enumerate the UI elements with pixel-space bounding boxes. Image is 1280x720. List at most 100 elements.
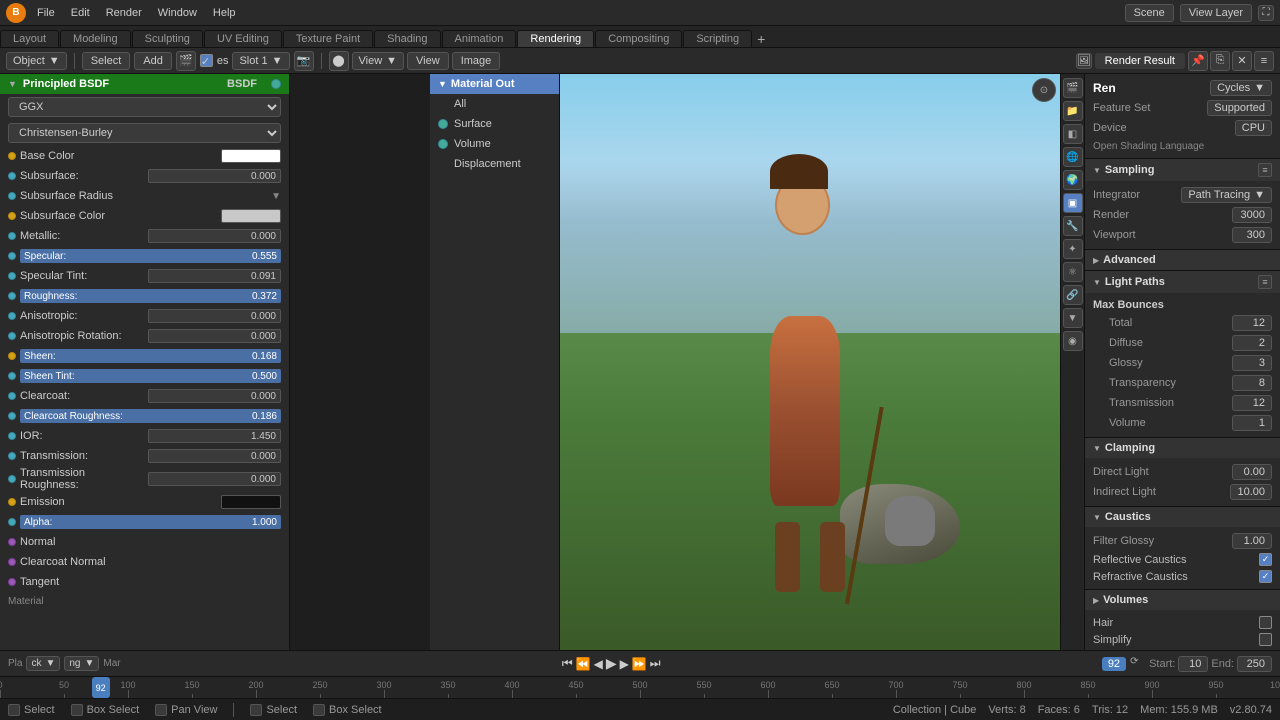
menu-file[interactable]: File [30, 5, 62, 21]
subsurface-method-dropdown[interactable]: Christensen-Burley [8, 123, 281, 143]
output-icon[interactable]: 📁 [1063, 101, 1083, 121]
tab-scripting[interactable]: Scripting [683, 30, 752, 47]
jump-end-btn[interactable]: ⏭ [650, 656, 661, 671]
light-paths-options-icon[interactable]: ≡ [1258, 275, 1272, 289]
visibility-checkbox[interactable]: ✓ [200, 54, 213, 67]
close-icon[interactable]: ✕ [1232, 51, 1252, 71]
mat-out-all[interactable]: All [430, 94, 559, 114]
simplify-checkbox[interactable] [1259, 633, 1272, 646]
physics-icon[interactable]: ⚛ [1063, 262, 1083, 282]
add-workspace-btn[interactable]: + [757, 31, 765, 47]
field-clearcoat[interactable]: 0.000 [148, 389, 282, 403]
start-frame-value[interactable]: 10 [1178, 656, 1208, 672]
jump-start-btn[interactable]: ⏮ [562, 656, 573, 671]
overflow-icon[interactable]: ≡ [1254, 51, 1274, 71]
glossy-value[interactable]: 3 [1232, 355, 1272, 371]
field-anisotropic-rotation[interactable]: 0.000 [148, 329, 282, 343]
menu-edit[interactable]: Edit [64, 5, 97, 21]
view-dropdown[interactable]: View ▼ [352, 52, 405, 70]
direct-light-value[interactable]: 0.00 [1232, 464, 1272, 480]
timeline-mode-dropdown[interactable]: ng▼ [64, 656, 99, 671]
step-forward-btn[interactable]: ▶ [620, 657, 629, 671]
object-props-icon[interactable]: ▣ [1063, 193, 1083, 213]
tab-shading[interactable]: Shading [374, 30, 440, 47]
filter-glossy-value[interactable]: 1.00 [1232, 533, 1272, 549]
data-icon[interactable]: ▼ [1063, 308, 1083, 328]
slider-sheen[interactable]: Sheen: 0.168 [20, 349, 281, 363]
engine-dropdown[interactable]: Cycles ▼ [1210, 80, 1272, 96]
field-specular-tint[interactable]: 0.091 [148, 269, 282, 283]
slider-clearcoat-roughness[interactable]: Clearcoat Roughness: 0.186 [20, 409, 281, 423]
render-result-tab[interactable]: Render Result [1095, 53, 1185, 69]
image-btn[interactable]: Image [452, 52, 501, 70]
view-layer-icon[interactable]: ◧ [1063, 124, 1083, 144]
slot-dropdown[interactable]: Slot 1 ▼ [232, 52, 289, 70]
viewport-overlay-btn[interactable]: ⊙ [1032, 78, 1056, 102]
scene-icon[interactable]: 🌐 [1063, 147, 1083, 167]
refractive-checkbox[interactable]: ✓ [1259, 570, 1272, 583]
play-btn[interactable]: ▶ [606, 655, 617, 672]
total-value[interactable]: 12 [1232, 315, 1272, 331]
volume-bounces-value[interactable]: 1 [1232, 415, 1272, 431]
step-back-btn[interactable]: ◀ [594, 657, 603, 671]
view2-btn[interactable]: View [407, 52, 449, 70]
timeline-ruler[interactable]: 0501001502002503003504004505005506006507… [0, 676, 1280, 698]
render-icon-small[interactable]: 🎬 [176, 51, 196, 71]
clamping-header[interactable]: ▼ Clamping [1085, 438, 1280, 458]
hair-checkbox[interactable] [1259, 616, 1272, 629]
field-metallic[interactable]: 0.000 [148, 229, 282, 243]
distribution-dropdown[interactable]: GGX [8, 97, 281, 117]
viewport-samples-value[interactable]: 300 [1232, 227, 1272, 243]
menu-render[interactable]: Render [99, 5, 149, 21]
tab-uv-editing[interactable]: UV Editing [204, 30, 282, 47]
volumes-header[interactable]: ▶ Volumes [1085, 590, 1280, 610]
device-dropdown[interactable]: CPU [1235, 120, 1272, 136]
field-subsurface[interactable]: 0.000 [148, 169, 282, 183]
render-img-icon[interactable]: 🖼 [1076, 53, 1092, 69]
tab-modeling[interactable]: Modeling [60, 30, 131, 47]
caustics-header[interactable]: ▼ Caustics [1085, 507, 1280, 527]
menu-window[interactable]: Window [151, 5, 204, 21]
end-frame-value[interactable]: 250 [1237, 656, 1272, 672]
feature-set-dropdown[interactable]: Supported [1207, 100, 1272, 116]
swatch-subsurface-color[interactable] [221, 209, 281, 223]
pin-icon[interactable]: 📌 [1188, 51, 1208, 71]
field-transmission-roughness[interactable]: 0.000 [148, 472, 282, 486]
render-engine-icon[interactable]: 🎬 [1063, 78, 1083, 98]
render-dot-icon[interactable]: ⬤ [329, 51, 349, 71]
copy-icon[interactable]: ⎘ [1210, 51, 1230, 71]
slider-specular[interactable]: Specular: 0.555 [20, 249, 281, 263]
reflective-checkbox[interactable]: ✓ [1259, 553, 1272, 566]
integrator-dropdown[interactable]: Path Tracing ▼ [1181, 187, 1272, 203]
playback-dropdown[interactable]: ck▼ [26, 656, 60, 671]
world-icon[interactable]: 🌍 [1063, 170, 1083, 190]
tab-compositing[interactable]: Compositing [595, 30, 682, 47]
tab-texture-paint[interactable]: Texture Paint [283, 30, 373, 47]
swatch-base-color[interactable] [221, 149, 281, 163]
diffuse-value[interactable]: 2 [1232, 335, 1272, 351]
next-keyframe-btn[interactable]: ⏩ [632, 657, 647, 671]
swatch-emission[interactable] [221, 495, 281, 509]
add-btn[interactable]: Add [134, 52, 172, 70]
indirect-light-value[interactable]: 10.00 [1230, 484, 1272, 500]
view-layer-selector[interactable]: View Layer [1180, 4, 1252, 22]
advanced-header[interactable]: ▶ Advanced [1085, 250, 1280, 270]
sampling-options-icon[interactable]: ≡ [1258, 163, 1272, 177]
modifier-icon[interactable]: 🔧 [1063, 216, 1083, 236]
constraints-icon[interactable]: 🔗 [1063, 285, 1083, 305]
slider-roughness[interactable]: Roughness: 0.372 [20, 289, 281, 303]
camera-icon[interactable]: 📷 [294, 51, 314, 71]
tab-animation[interactable]: Animation [442, 30, 517, 47]
particles-icon[interactable]: ✦ [1063, 239, 1083, 259]
sync-icon[interactable]: ⟳ [1130, 656, 1146, 672]
prev-keyframe-btn[interactable]: ⏪ [576, 657, 591, 671]
sampling-header[interactable]: ▼ Sampling ≡ [1085, 159, 1280, 181]
object-mode-dropdown[interactable]: Object ▼ [6, 52, 67, 70]
material-icon[interactable]: ◉ [1063, 331, 1083, 351]
transmission-bounces-value[interactable]: 12 [1232, 395, 1272, 411]
light-paths-header[interactable]: ▼ Light Paths ≡ [1085, 271, 1280, 293]
tab-sculpting[interactable]: Sculpting [132, 30, 203, 47]
slider-alpha[interactable]: Alpha: 1.000 [20, 515, 281, 529]
tab-rendering[interactable]: Rendering [517, 30, 594, 47]
current-frame-display[interactable]: 92 [1102, 657, 1126, 671]
